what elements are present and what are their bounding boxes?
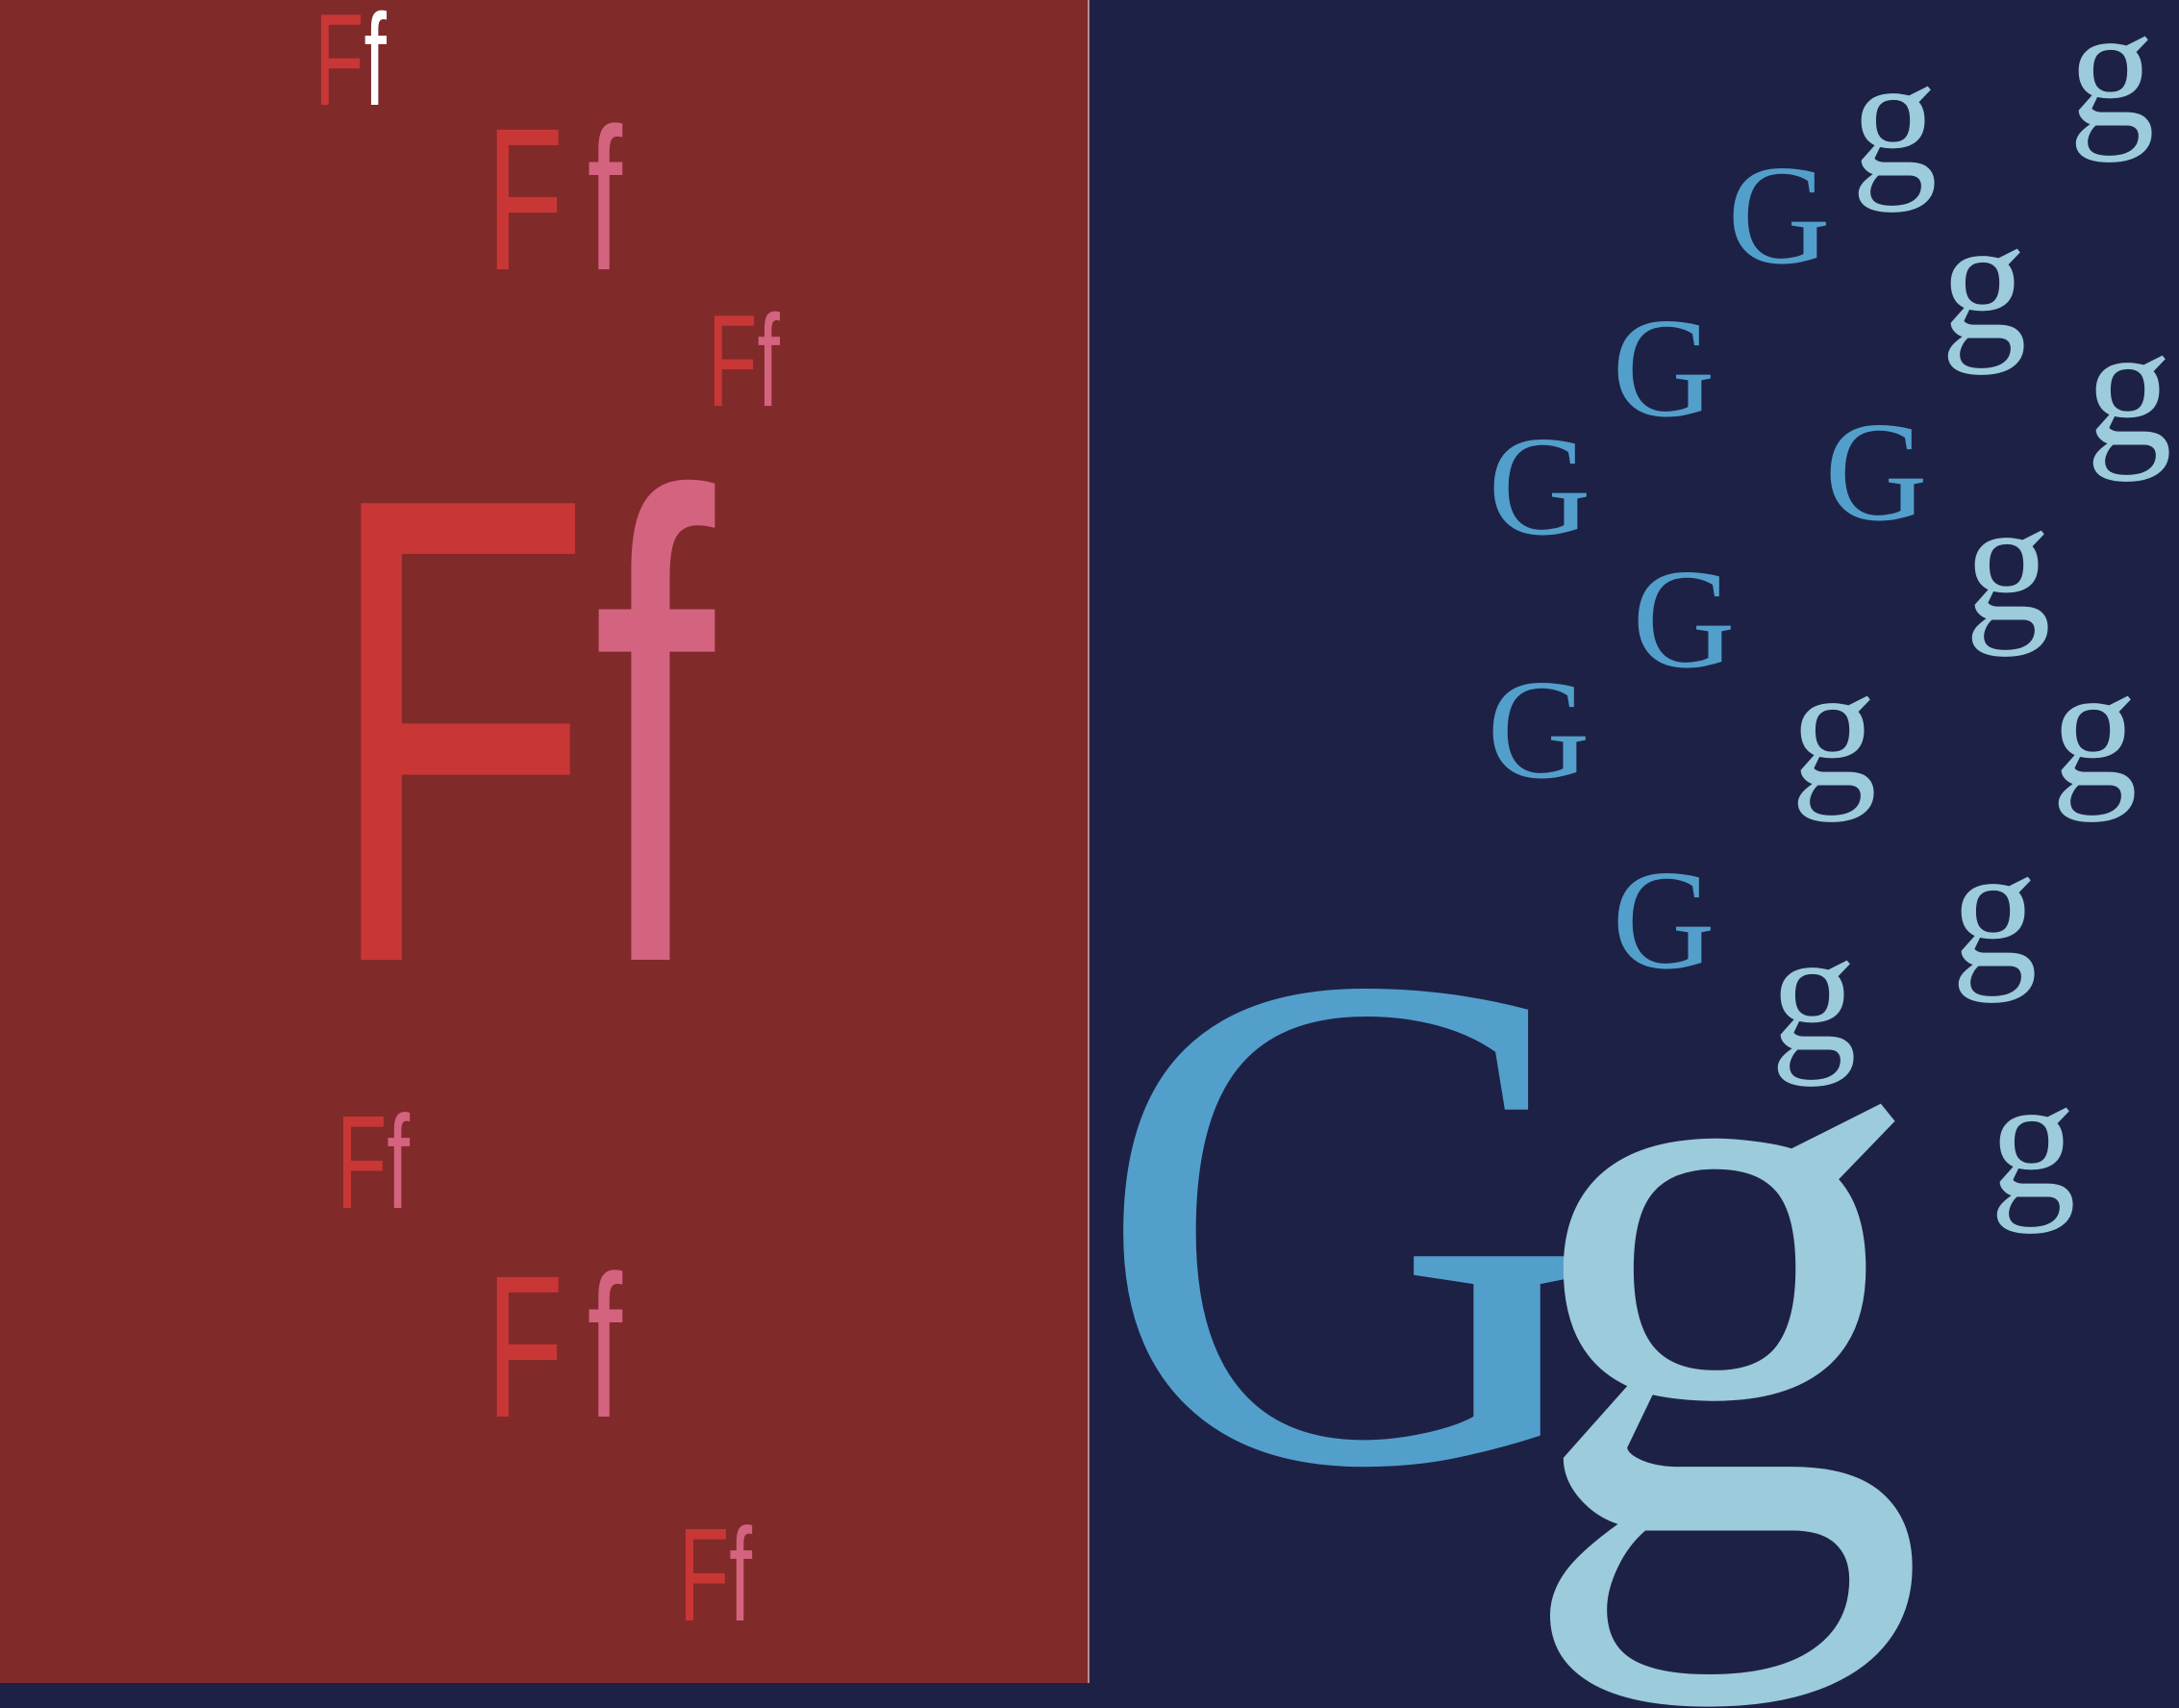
letter-F: F bbox=[708, 288, 758, 434]
letter-F: F bbox=[679, 1501, 730, 1649]
letter-g: g bbox=[2068, 0, 2155, 163]
letter-G: G bbox=[1612, 289, 1716, 447]
ff-pair: Ff bbox=[337, 1096, 410, 1229]
letter-f: f bbox=[587, 86, 646, 313]
letter-f: f bbox=[757, 288, 780, 434]
letter-f: f bbox=[587, 1233, 646, 1460]
letter-f: f bbox=[387, 1089, 411, 1237]
letter-G: G bbox=[1488, 408, 1591, 565]
letter-g: g bbox=[2051, 631, 2138, 822]
letter-G: G bbox=[1824, 393, 1928, 551]
letter-F: F bbox=[487, 1233, 588, 1460]
ff-pair: Ff bbox=[314, 0, 387, 125]
letter-F: F bbox=[487, 86, 588, 313]
letter-F: F bbox=[325, 360, 593, 1101]
letter-g: g bbox=[1941, 184, 2027, 375]
letter-g: g bbox=[1951, 812, 2038, 1003]
letter-f: f bbox=[729, 1501, 753, 1649]
letter-g: g bbox=[1965, 465, 2051, 657]
letter-G: G bbox=[1727, 137, 1831, 294]
letter-F: F bbox=[337, 1089, 388, 1237]
ff-pair-large: Ff bbox=[325, 399, 714, 1063]
ff-pair: Ff bbox=[487, 1245, 646, 1448]
letter-G: G bbox=[1632, 540, 1736, 698]
letter-g-large: g bbox=[1515, 792, 1928, 1708]
ff-pair: Ff bbox=[708, 295, 780, 426]
ff-pair: Ff bbox=[487, 98, 646, 301]
letter-f: f bbox=[363, 0, 387, 133]
letter-g: g bbox=[1990, 1042, 2076, 1234]
letter-g: g bbox=[1791, 631, 1877, 822]
letter-F: F bbox=[314, 0, 364, 133]
letter-g: g bbox=[1851, 21, 1938, 213]
letter-g: g bbox=[2086, 290, 2172, 482]
letter-f: f bbox=[592, 360, 714, 1101]
letter-G: G bbox=[1487, 651, 1590, 809]
ff-pair: Ff bbox=[679, 1509, 752, 1642]
